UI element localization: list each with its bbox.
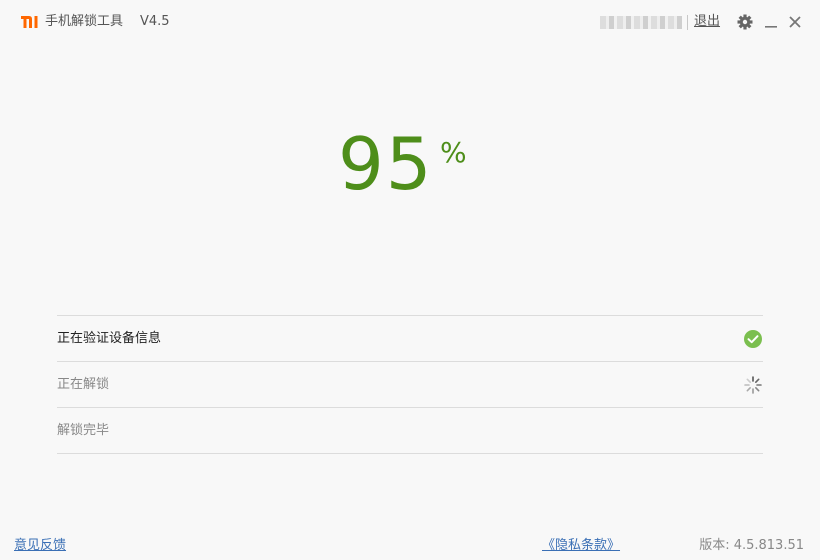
- gear-icon[interactable]: [736, 12, 754, 32]
- app-version: V4.5: [140, 14, 170, 29]
- build-version-label: 版本: 4.5.813.51: [699, 538, 804, 553]
- step-unlock-complete: 解锁完毕: [57, 407, 763, 454]
- minimize-icon[interactable]: [762, 12, 780, 32]
- check-circle-icon: [743, 329, 763, 349]
- privacy-policy-link[interactable]: 《隐私条款》: [542, 537, 620, 555]
- step-label: 正在验证设备信息: [57, 331, 162, 346]
- progress-percent-sign: %: [440, 136, 467, 169]
- mi-logo-icon: [20, 14, 40, 30]
- close-icon[interactable]: [786, 12, 804, 32]
- title-bar: 手机解锁工具 V4.5 退出: [0, 0, 820, 44]
- step-label: 正在解锁: [57, 377, 110, 392]
- account-name-redacted: [600, 16, 682, 29]
- step-verify-device: 正在验证设备信息: [57, 315, 763, 361]
- feedback-link[interactable]: 意见反馈: [14, 537, 66, 555]
- unlock-steps-list: 正在验证设备信息 正在解锁 解锁完毕: [57, 315, 763, 454]
- logout-link[interactable]: 退出: [694, 13, 720, 31]
- header-divider: [687, 15, 688, 30]
- app-title: 手机解锁工具: [45, 14, 124, 29]
- spinner-icon: [743, 375, 763, 395]
- step-label: 解锁完毕: [57, 423, 110, 438]
- step-unlocking: 正在解锁: [57, 361, 763, 407]
- unlock-tool-window: 手机解锁工具 V4.5 退出 95 % 正在验证设备信息 正在解锁 解锁完毕 意…: [0, 0, 820, 560]
- progress-percent-value: 95: [338, 122, 434, 206]
